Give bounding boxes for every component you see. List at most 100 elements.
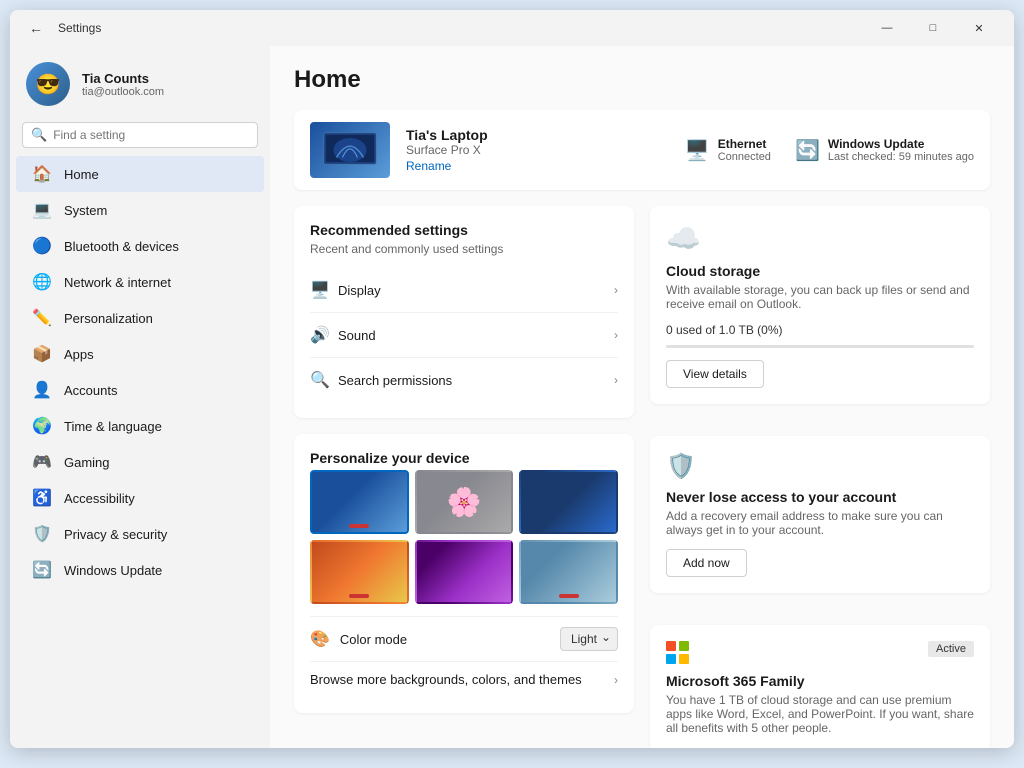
add-now-button[interactable]: Add now <box>666 549 747 577</box>
wallpaper-1[interactable] <box>310 470 409 534</box>
sidebar-item-accessibility[interactable]: ♿ Accessibility <box>16 480 264 516</box>
display-setting[interactable]: 🖥️ Display › <box>310 268 618 313</box>
recommended-title: Recommended settings <box>310 222 618 238</box>
sidebar-item-accounts[interactable]: 👤 Accounts <box>16 372 264 408</box>
wallpaper-6[interactable] <box>519 540 618 604</box>
cloud-icon: ☁️ <box>666 222 974 255</box>
sidebar-item-apps[interactable]: 📦 Apps <box>16 336 264 372</box>
search-box[interactable]: 🔍 <box>22 122 258 148</box>
rename-link[interactable]: Rename <box>406 159 669 173</box>
sidebar-item-personalization[interactable]: ✏️ Personalization <box>16 300 264 336</box>
search-permissions-label: Search permissions <box>338 373 614 388</box>
ms365-logo <box>666 641 690 665</box>
back-button[interactable]: ← <box>22 14 50 42</box>
device-image <box>310 122 390 178</box>
color-mode-label: Color mode <box>340 632 560 647</box>
wallpaper-5[interactable] <box>415 540 514 604</box>
sidebar: 😎 Tia Counts tia@outlook.com 🔍 🏠 Home 💻 … <box>10 46 270 748</box>
cloud-title: Cloud storage <box>666 263 974 279</box>
ethernet-icon: 🖥️ <box>685 138 710 163</box>
user-email: tia@outlook.com <box>82 86 164 98</box>
color-mode-icon: 🎨 <box>310 629 330 649</box>
wallpaper-2[interactable] <box>415 470 514 534</box>
browse-themes-row[interactable]: Browse more backgrounds, colors, and the… <box>310 661 618 697</box>
sound-arrow: › <box>614 328 618 342</box>
wallpaper-4[interactable] <box>310 540 409 604</box>
accounts-icon: 👤 <box>32 380 52 400</box>
display-arrow: › <box>614 283 618 297</box>
update-icon: 🔄 <box>32 560 52 580</box>
sidebar-item-bluetooth[interactable]: 🔵 Bluetooth & devices <box>16 228 264 264</box>
windows-update-icon: 🔄 <box>795 138 820 163</box>
cloud-usage: 0 used of 1.0 TB (0%) <box>666 323 974 337</box>
wallpaper-6-indicator <box>559 594 579 598</box>
user-section[interactable]: 😎 Tia Counts tia@outlook.com <box>10 54 270 122</box>
color-mode-row[interactable]: 🎨 Color mode Light <box>310 616 618 661</box>
sidebar-item-accounts-label: Accounts <box>64 383 117 398</box>
sidebar-item-network[interactable]: 🌐 Network & internet <box>16 264 264 300</box>
cloud-storage-card: ☁️ Cloud storage With available storage,… <box>650 206 990 404</box>
search-permissions-setting[interactable]: 🔍 Search permissions › <box>310 358 618 402</box>
ms365-title: Microsoft 365 Family <box>666 673 974 689</box>
device-model: Surface Pro X <box>406 143 669 157</box>
active-badge: Active <box>928 641 974 657</box>
ethernet-label: Ethernet <box>718 137 771 151</box>
wallpaper-4-indicator <box>349 594 369 598</box>
search-input[interactable] <box>53 128 249 142</box>
wallpaper-1-indicator <box>349 524 369 528</box>
maximize-button[interactable]: □ <box>910 10 956 46</box>
search-icon: 🔍 <box>31 127 47 143</box>
gaming-icon: 🎮 <box>32 452 52 472</box>
wallpaper-grid <box>310 470 618 604</box>
network-icon: 🌐 <box>32 272 52 292</box>
recommended-settings-card: Recommended settings Recent and commonly… <box>294 206 634 418</box>
ms365-sq-green <box>679 641 689 651</box>
time-icon: 🌍 <box>32 416 52 436</box>
account-security-description: Add a recovery email address to make sur… <box>666 509 974 537</box>
personalize-title: Personalize your device <box>310 450 618 466</box>
ms365-header: Active <box>666 641 974 665</box>
sidebar-item-bluetooth-label: Bluetooth & devices <box>64 239 179 254</box>
sidebar-item-system[interactable]: 💻 System <box>16 192 264 228</box>
sidebar-item-apps-label: Apps <box>64 347 94 362</box>
personalization-icon: ✏️ <box>32 308 52 328</box>
display-label: Display <box>338 283 614 298</box>
title-bar: ← Settings — □ ✕ <box>10 10 1014 46</box>
device-header: Tia's Laptop Surface Pro X Rename 🖥️ Eth… <box>294 110 990 190</box>
cloud-progress-bar-bg <box>666 345 974 348</box>
ms365-sq-yellow <box>679 654 689 664</box>
update-sub: Last checked: 59 minutes ago <box>828 151 974 163</box>
sound-icon: 🔊 <box>310 325 338 345</box>
sound-setting[interactable]: 🔊 Sound › <box>310 313 618 358</box>
user-name: Tia Counts <box>82 71 164 86</box>
wallpaper-3[interactable] <box>519 470 618 534</box>
sidebar-item-network-label: Network & internet <box>64 275 171 290</box>
device-status: 🖥️ Ethernet Connected 🔄 Windows Update L… <box>685 137 974 163</box>
color-mode-dropdown[interactable]: Light <box>560 627 618 651</box>
sidebar-item-privacy-label: Privacy & security <box>64 527 167 542</box>
sidebar-item-system-label: System <box>64 203 107 218</box>
sidebar-item-privacy[interactable]: 🛡️ Privacy & security <box>16 516 264 552</box>
close-button[interactable]: ✕ <box>956 10 1002 46</box>
bluetooth-icon: 🔵 <box>32 236 52 256</box>
system-icon: 💻 <box>32 200 52 220</box>
minimize-button[interactable]: — <box>864 10 910 46</box>
cloud-description: With available storage, you can back up … <box>666 283 974 311</box>
sidebar-item-personalization-label: Personalization <box>64 311 153 326</box>
sidebar-item-gaming[interactable]: 🎮 Gaming <box>16 444 264 480</box>
sidebar-item-time-label: Time & language <box>64 419 162 434</box>
privacy-icon: 🛡️ <box>32 524 52 544</box>
view-details-button[interactable]: View details <box>666 360 764 388</box>
update-label: Windows Update <box>828 137 974 151</box>
sidebar-item-time[interactable]: 🌍 Time & language <box>16 408 264 444</box>
sidebar-item-update-label: Windows Update <box>64 563 162 578</box>
main-content: Home Tia's Laptop Surface Pro X Rename <box>270 46 1014 748</box>
sidebar-item-home[interactable]: 🏠 Home <box>16 156 264 192</box>
sound-label: Sound <box>338 328 614 343</box>
account-security-title: Never lose access to your account <box>666 489 974 505</box>
sidebar-item-update[interactable]: 🔄 Windows Update <box>16 552 264 588</box>
sidebar-item-gaming-label: Gaming <box>64 455 110 470</box>
app-title: Settings <box>58 21 856 35</box>
ms365-description: You have 1 TB of cloud storage and can u… <box>666 693 974 735</box>
ms365-sq-blue <box>666 654 676 664</box>
